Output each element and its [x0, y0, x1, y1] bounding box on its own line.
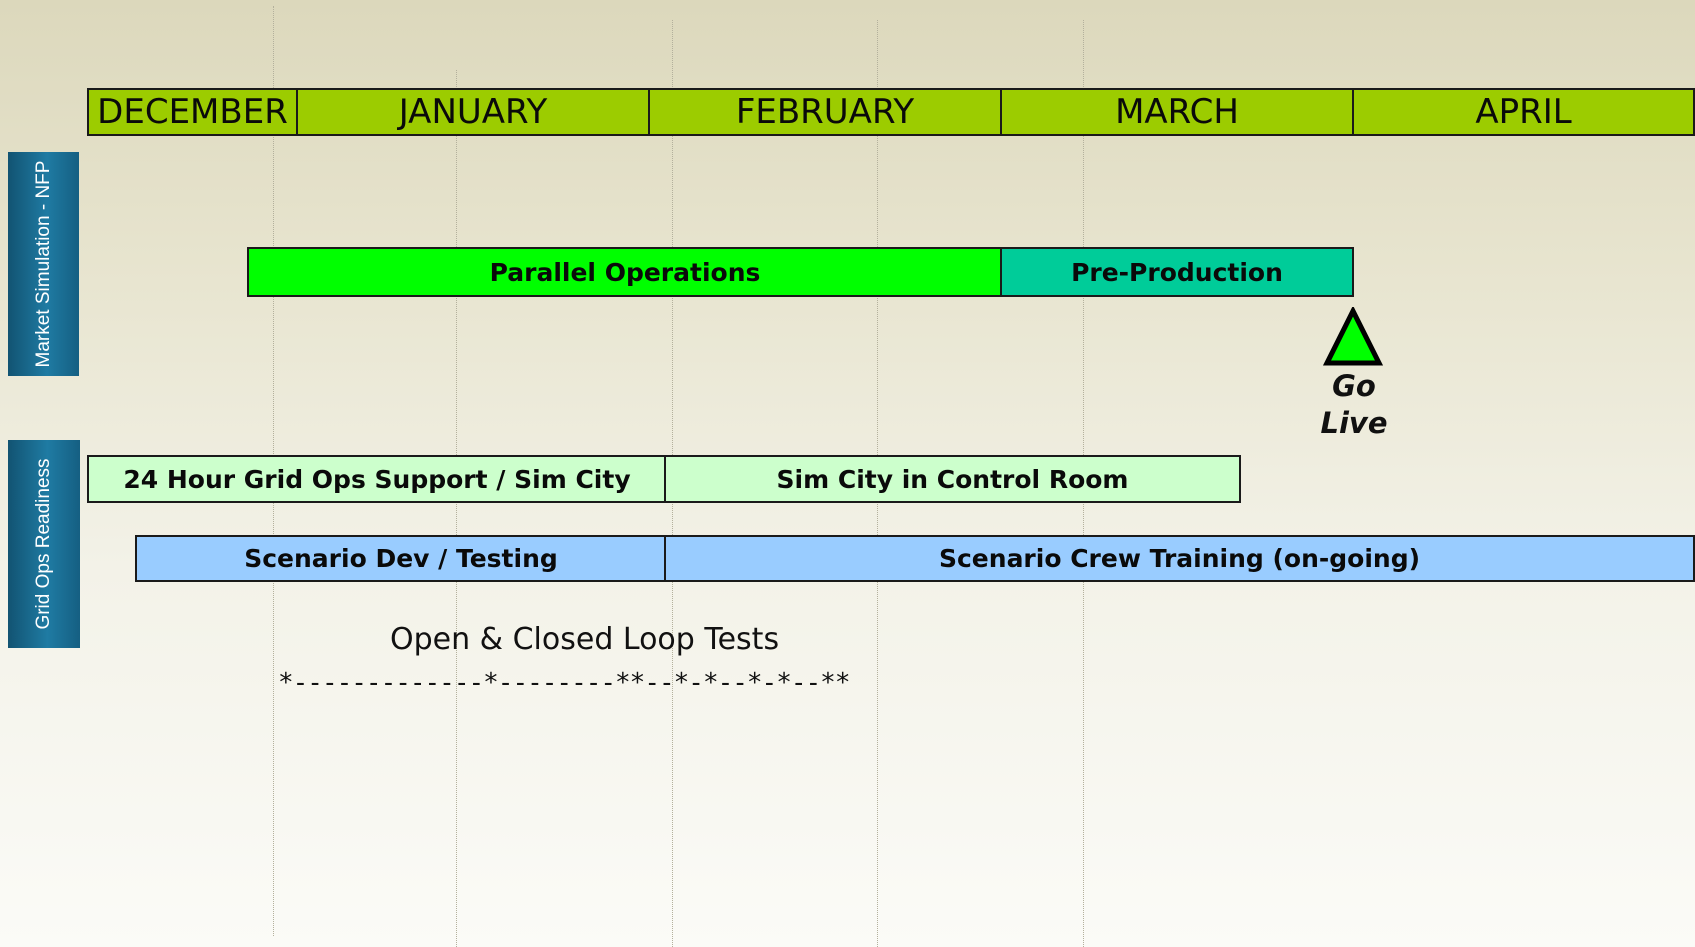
month-header-april: APRIL	[1352, 88, 1695, 136]
bar-scenario-dev-testing: Scenario Dev / Testing	[135, 535, 667, 582]
month-header-february: FEBRUARY	[648, 88, 1002, 136]
month-header-march: MARCH	[1000, 88, 1354, 136]
go-live-line1: Go	[1332, 369, 1376, 403]
gridline	[456, 70, 457, 947]
row-label-grid-ops: Grid Ops Readiness	[8, 440, 80, 648]
go-live-line2: Live	[1320, 406, 1388, 440]
month-header-december: DECEMBER	[87, 88, 298, 136]
timeline-slide: { "months": ["DECEMBER", "JANUARY", "FEB…	[0, 0, 1695, 947]
loop-tests-title: Open & Closed Loop Tests	[390, 622, 780, 657]
go-live-triangle-icon	[1323, 307, 1383, 366]
row-label-text: Market Simulation - NFP	[32, 160, 54, 368]
bar-sim-city-control-room: Sim City in Control Room	[664, 455, 1241, 503]
row-label-text: Grid Ops Readiness	[33, 458, 54, 630]
row-label-market-simulation: Market Simulation - NFP	[8, 152, 79, 376]
loop-tests-pattern: *-------------*--------**--*-*--*-*--**	[278, 668, 850, 698]
bar-pre-production: Pre-Production	[1000, 247, 1354, 297]
go-live-label: Go Live	[1296, 368, 1412, 442]
month-header-january: JANUARY	[296, 88, 650, 136]
bar-parallel-operations: Parallel Operations	[247, 247, 1003, 297]
bar-24-hour-grid-ops-support: 24 Hour Grid Ops Support / Sim City	[87, 455, 667, 503]
bar-scenario-crew-training: Scenario Crew Training (on-going)	[664, 535, 1695, 582]
